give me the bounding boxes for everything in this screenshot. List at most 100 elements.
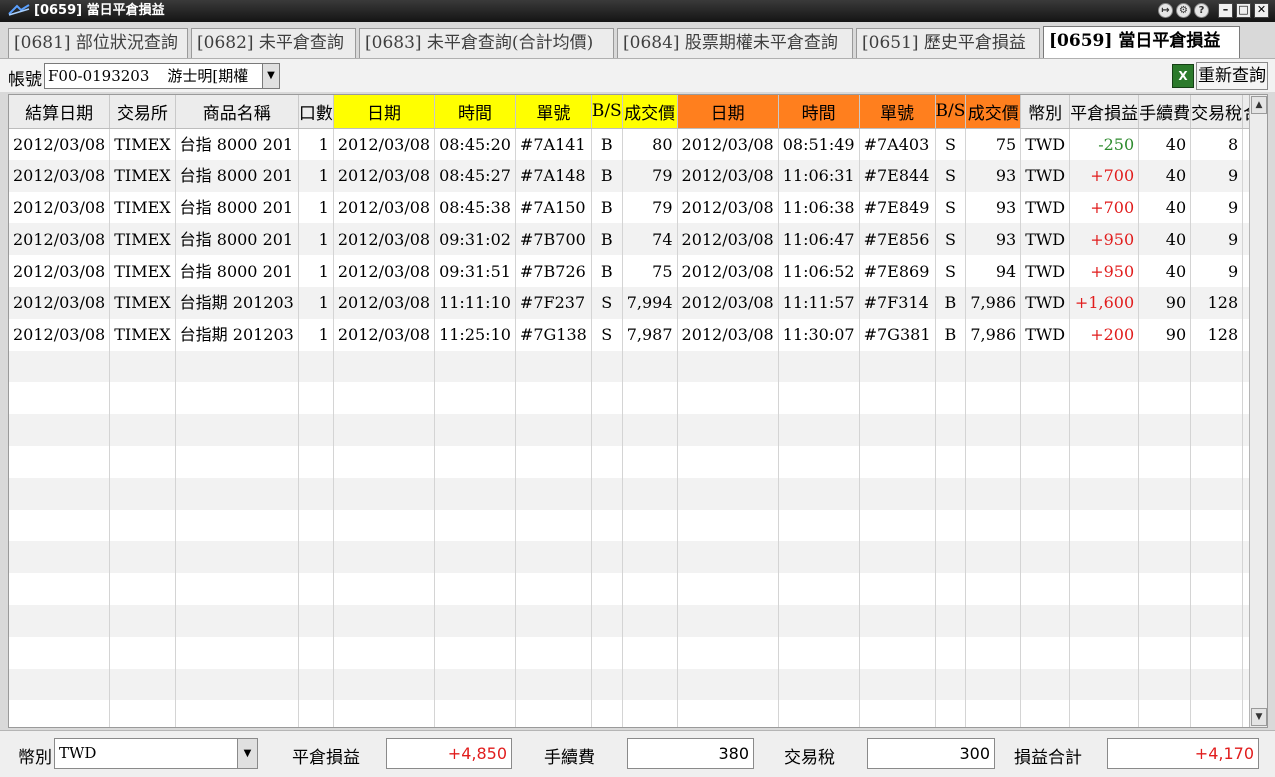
col-open-date[interactable]: 日期 xyxy=(333,95,436,129)
col-currency[interactable]: 幣別 xyxy=(1020,95,1071,129)
col-close-time[interactable]: 時間 xyxy=(778,95,860,129)
tab-0651[interactable]: [0651] 歷史平倉損益 xyxy=(856,28,1040,58)
cell-close-price xyxy=(965,509,1022,542)
cell-close-bs xyxy=(935,477,967,510)
col-tax[interactable]: 交易稅 xyxy=(1190,95,1244,129)
currency-select[interactable]: TWD ▼ xyxy=(54,738,258,769)
cell-open-bs: S xyxy=(591,286,623,319)
col-open-time[interactable]: 時間 xyxy=(434,95,516,129)
cell-tax xyxy=(1190,541,1244,574)
table-row[interactable]: 2012/03/08 TIMEX 台指 8000 201 1 2012/03/08 08:… xyxy=(9,191,1267,224)
col-close-bs[interactable]: B/S xyxy=(935,95,967,129)
cell-open-bs: B xyxy=(591,223,623,256)
cell-open-order: #7A141 xyxy=(515,128,592,160)
cell-fee xyxy=(1138,382,1192,415)
empty-row[interactable] xyxy=(9,700,1267,727)
maximize-icon[interactable]: □ xyxy=(1236,3,1251,18)
col-fee[interactable]: 手續費 xyxy=(1138,95,1192,129)
tab-0659[interactable]: [0659] 當日平倉損益 xyxy=(1043,26,1240,58)
table-row[interactable]: 2012/03/08 TIMEX 台指 8000 201 1 2012/03/08 09:… xyxy=(9,223,1267,256)
cell-open-order xyxy=(515,509,592,542)
cell-currency: TWD xyxy=(1020,128,1071,160)
cell-exchange xyxy=(109,636,176,669)
col-open-price[interactable]: 成交價 xyxy=(622,95,678,129)
cell-open-order xyxy=(515,604,592,637)
cell-lots: 1 xyxy=(298,128,334,160)
cell-close-date: 2012/03/08 xyxy=(677,223,779,256)
empty-row[interactable] xyxy=(9,509,1267,542)
table-row[interactable]: 2012/03/08 TIMEX 台指 8000 201 1 2012/03/08 09:… xyxy=(9,255,1267,287)
cell-close-date xyxy=(677,573,779,605)
cell-close-pl xyxy=(1069,604,1140,637)
chevron-down-icon[interactable]: ▼ xyxy=(262,64,279,88)
scroll-down-icon[interactable]: ▼ xyxy=(1251,708,1267,726)
cell-close-time xyxy=(778,382,860,415)
total-pl-label: 損益合計 xyxy=(1014,748,1082,768)
cell-close-bs xyxy=(935,636,967,669)
dock-icon[interactable]: ↦ xyxy=(1158,3,1173,18)
cell-lots xyxy=(298,636,334,669)
col-exchange[interactable]: 交易所 xyxy=(109,95,176,129)
tab-0684[interactable]: [0684] 股票期權未平倉查詢 xyxy=(617,28,853,58)
col-open-bs[interactable]: B/S xyxy=(591,95,623,129)
col-lots[interactable]: 口數 xyxy=(298,95,334,129)
minimize-icon[interactable]: – xyxy=(1218,3,1233,18)
empty-row[interactable] xyxy=(9,382,1267,415)
tab-0682[interactable]: [0682] 未平倉查詢 xyxy=(191,28,356,58)
account-select[interactable]: F00-0193203 游士明[期權 ▼ xyxy=(44,63,280,89)
empty-row[interactable] xyxy=(9,636,1267,669)
tab-0683[interactable]: [0683] 未平倉查詢(合計均價) xyxy=(359,28,614,58)
vertical-scrollbar[interactable]: ▲ ▼ xyxy=(1249,95,1267,727)
cell-close-date: 2012/03/08 xyxy=(677,255,779,287)
help-icon[interactable]: ? xyxy=(1194,3,1209,18)
cell-close-order: #7E856 xyxy=(859,223,936,256)
empty-row[interactable] xyxy=(9,445,1267,478)
col-close-date[interactable]: 日期 xyxy=(677,95,779,129)
cell-close-order xyxy=(859,668,936,701)
empty-row[interactable] xyxy=(9,414,1267,446)
excel-icon[interactable]: X xyxy=(1172,64,1194,88)
empty-row[interactable] xyxy=(9,541,1267,574)
cell-close-order: #7E849 xyxy=(859,191,936,224)
empty-row[interactable] xyxy=(9,350,1267,383)
requery-button[interactable]: 重新查詢 xyxy=(1196,62,1268,90)
close-icon[interactable]: ✕ xyxy=(1254,3,1269,18)
cell-close-order xyxy=(859,700,936,727)
tab-0681[interactable]: [0681] 部位狀況查詢 xyxy=(8,28,188,58)
col-open-order[interactable]: 單號 xyxy=(515,95,592,129)
table-row[interactable]: 2012/03/08 TIMEX 台指期 201203 1 2012/03/08 11:2… xyxy=(9,318,1267,351)
empty-row[interactable] xyxy=(9,668,1267,701)
empty-row[interactable] xyxy=(9,604,1267,637)
settings-icon[interactable]: ⚙ xyxy=(1176,3,1191,18)
cell-close-time xyxy=(778,414,860,446)
cell-close-pl: +200 xyxy=(1069,318,1140,351)
empty-row[interactable] xyxy=(9,477,1267,510)
cell-close-pl xyxy=(1069,668,1140,701)
col-settle-date[interactable]: 結算日期 xyxy=(9,95,111,129)
table-row[interactable]: 2012/03/08 TIMEX 台指 8000 201 1 2012/03/08 08:… xyxy=(9,128,1267,160)
table-row[interactable]: 2012/03/08 TIMEX 台指 8000 201 1 2012/03/08 08:… xyxy=(9,159,1267,192)
col-close-pl[interactable]: 平倉損益 xyxy=(1069,95,1140,129)
cell-fee xyxy=(1138,573,1192,605)
table-row[interactable]: 2012/03/08 TIMEX 台指期 201203 1 2012/03/08 11:1… xyxy=(9,286,1267,319)
cell-close-date xyxy=(677,509,779,542)
cell-fee xyxy=(1138,445,1192,478)
col-close-price[interactable]: 成交價 xyxy=(965,95,1022,129)
cell-close-price xyxy=(965,604,1022,637)
tax-label: 交易稅 xyxy=(784,748,835,768)
col-close-order[interactable]: 單號 xyxy=(859,95,936,129)
cell-close-pl: +1,600 xyxy=(1069,286,1140,319)
cell-close-bs xyxy=(935,668,967,701)
scroll-up-icon[interactable]: ▲ xyxy=(1251,96,1267,114)
cell-tax xyxy=(1190,573,1244,605)
cell-open-price: 74 xyxy=(622,223,678,256)
empty-row[interactable] xyxy=(9,573,1267,605)
cell-currency: TWD xyxy=(1020,318,1071,351)
cell-fee: 40 xyxy=(1138,255,1192,287)
cell-tax: 9 xyxy=(1190,191,1244,224)
chevron-down-icon[interactable]: ▼ xyxy=(237,739,257,768)
cell-close-pl: -250 xyxy=(1069,128,1140,160)
cell-product: 台指 8000 201 xyxy=(175,159,299,192)
cell-open-bs: B xyxy=(591,159,623,192)
col-product[interactable]: 商品名稱 xyxy=(175,95,299,129)
